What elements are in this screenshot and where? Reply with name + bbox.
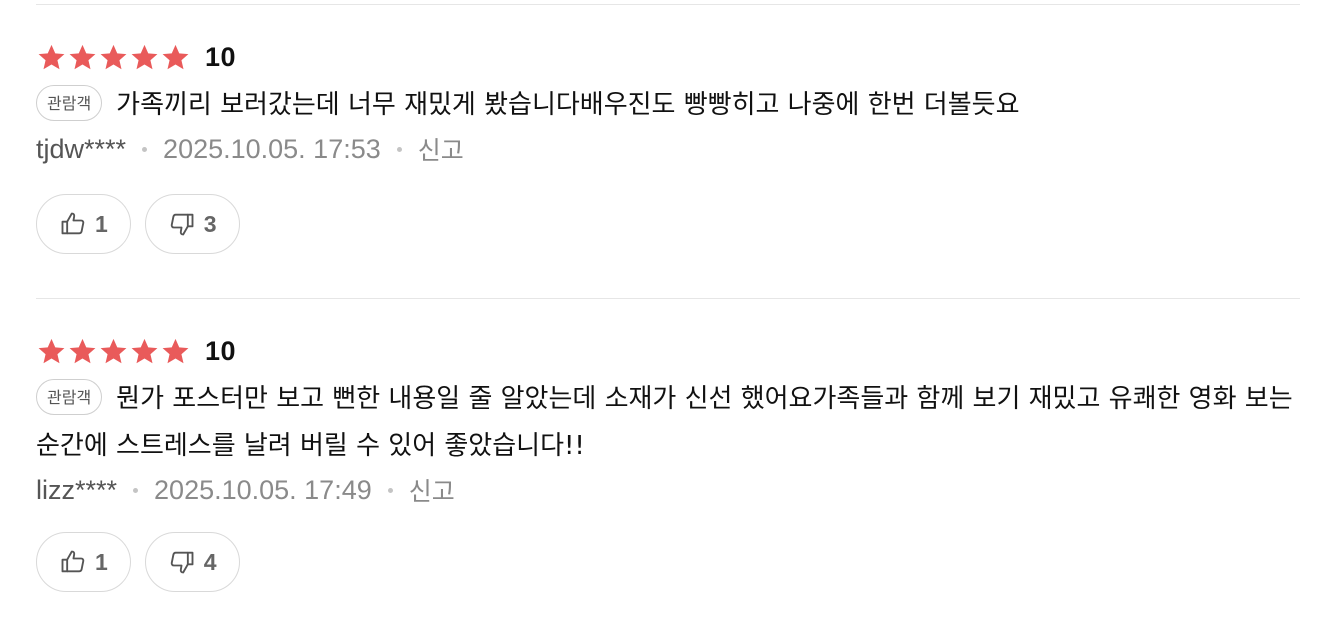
review-text: 뭔가 포스터만 보고 뻔한 내용일 줄 알았는데 소재가 신선 했어요가족들과 …	[36, 384, 1293, 461]
star-icon	[69, 44, 96, 69]
vote-buttons: 1 3	[36, 194, 1300, 254]
viewer-badge: 관람객	[36, 84, 103, 121]
star-icon	[100, 338, 127, 363]
dislike-button[interactable]: 4	[144, 532, 240, 592]
separator-dot	[142, 146, 148, 152]
like-count: 1	[95, 548, 108, 575]
vote-buttons: 1 4	[36, 532, 1300, 592]
thumbs-down-icon	[170, 213, 194, 236]
star-icon	[131, 338, 158, 363]
separator-dot	[387, 487, 393, 493]
dislike-count: 4	[203, 548, 217, 575]
rating-row: 10	[36, 334, 1300, 368]
like-button[interactable]: 1	[36, 194, 131, 254]
star-icon	[38, 338, 65, 363]
like-count: 1	[95, 210, 108, 237]
thumbs-up-icon	[61, 212, 85, 235]
review-meta: tjdw**** 2025.10.05. 17:53 신고	[36, 129, 1300, 169]
review-item: 10 관람객 가족끼리 보러갔는데 너무 재밌게 봤습니다배우진도 빵빵히고 나중…	[36, 40, 1300, 254]
report-link[interactable]: 신고	[418, 131, 464, 167]
star-icon	[162, 44, 189, 69]
dislike-count: 3	[203, 210, 217, 237]
review-content: 관람객 뭔가 포스터만 보고 뻔한 내용일 줄 알았는데 소재가 신선 했어요가족…	[36, 376, 1300, 470]
review-content: 관람객 가족끼리 보러갔는데 너무 재밌게 봤습니다배우진도 빵빵히고 나중에 한…	[36, 82, 1300, 129]
review-date: 2025.10.05. 17:49	[154, 474, 372, 505]
star-icon	[69, 338, 96, 363]
review-meta: lizz**** 2025.10.05. 17:49 신고	[36, 470, 1300, 510]
review-date: 2025.10.05. 17:53	[163, 133, 381, 164]
rating-score: 10	[205, 335, 237, 366]
top-divider	[36, 4, 1300, 5]
dislike-button[interactable]: 3	[144, 194, 240, 254]
reviewer-id: tjdw****	[36, 133, 127, 164]
star-rating	[36, 42, 191, 73]
thumbs-up-icon	[61, 550, 85, 573]
viewer-badge: 관람객	[36, 378, 103, 415]
thumbs-down-icon	[170, 551, 194, 574]
star-icon	[131, 44, 158, 69]
separator-dot	[396, 146, 402, 152]
star-icon	[38, 44, 65, 69]
like-button[interactable]: 1	[36, 532, 131, 592]
star-rating	[36, 336, 191, 367]
review-divider	[36, 298, 1300, 299]
review-text: 가족끼리 보러갔는데 너무 재밌게 봤습니다배우진도 빵빵히고 나중에 한번 더…	[116, 90, 1020, 120]
star-icon	[100, 44, 127, 69]
review-item: 10 관람객 뭔가 포스터만 보고 뻔한 내용일 줄 알았는데 소재가 신선 했어…	[36, 334, 1300, 592]
rating-score: 10	[205, 41, 237, 72]
rating-row: 10	[36, 40, 1300, 74]
report-link[interactable]: 신고	[409, 472, 455, 508]
reviewer-id: lizz****	[36, 474, 118, 505]
star-icon	[162, 338, 189, 363]
separator-dot	[133, 487, 139, 493]
